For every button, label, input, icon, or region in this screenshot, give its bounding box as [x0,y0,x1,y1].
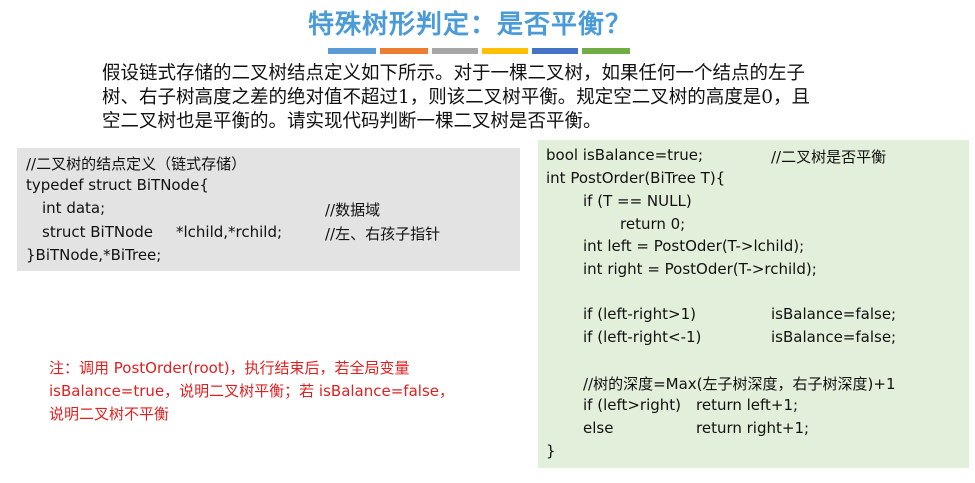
color-bar-blue [328,48,376,54]
color-bar-gray [432,48,478,54]
node-def-comment: //二叉树的结点定义（链式存储） [26,155,247,173]
color-bar-orange [380,48,428,54]
node-def-typedef: typedef struct BiTNode{ [26,176,209,194]
code-if-cond: if (left>right) [583,396,682,414]
code-if-return: return left+1; [696,396,799,414]
code-else: else [583,419,614,437]
code-left-call: int left = PostOder(T->lchild); [583,237,805,255]
page-title: 特殊树形判定：是否平衡？ [307,10,632,40]
code-else-return: return right+1; [696,419,810,437]
color-bar-darkblue [532,48,578,54]
code-check2-cond: if (left-right<-1) [583,328,702,346]
node-def-data-comment: //数据域 [325,201,381,219]
code-global-decl: bool isBalance=true; [546,146,704,164]
code-global-comment: //二叉树是否平衡 [771,148,887,166]
node-def-data-decl: int data; [42,199,106,217]
code-if-null: if (T == NULL) [583,192,692,210]
code-return-zero: return 0; [620,215,686,233]
code-close: } [546,442,556,460]
post-order-code: bool isBalance=true; //二叉树是否平衡 int PostO… [538,140,969,468]
color-bar-yellow [482,48,528,54]
node-def-child-decl: struct BiTNode [42,223,154,241]
code-check1-action: isBalance=false; [771,305,897,323]
code-right-call: int right = PostOder(T->rchild); [583,260,817,278]
node-def-close: }BiTNode,*BiTree; [26,246,162,264]
problem-statement: 假设链式存储的二叉树结点定义如下所示。对于一棵二叉树，如果任何一个结点的左子 树… [102,63,811,132]
code-func-sig: int PostOrder(BiTree T){ [546,169,726,187]
usage-note: 注：调用 PostOrder(root)，执行结束后，若全局变量 isBalan… [49,359,454,423]
color-bar-green [582,48,630,54]
code-depth-comment: //树的深度=Max(左子树深度，右子树深度)+1 [583,375,896,393]
code-check2-action: isBalance=false; [771,328,897,346]
code-check1-cond: if (left-right>1) [583,305,696,323]
node-definition-code: //二叉树的结点定义（链式存储） typedef struct BiTNode{… [17,148,520,271]
node-def-child-comment: //左、右孩子指针 [325,225,441,243]
node-def-child-vars: *lchild,*rchild; [176,223,283,241]
